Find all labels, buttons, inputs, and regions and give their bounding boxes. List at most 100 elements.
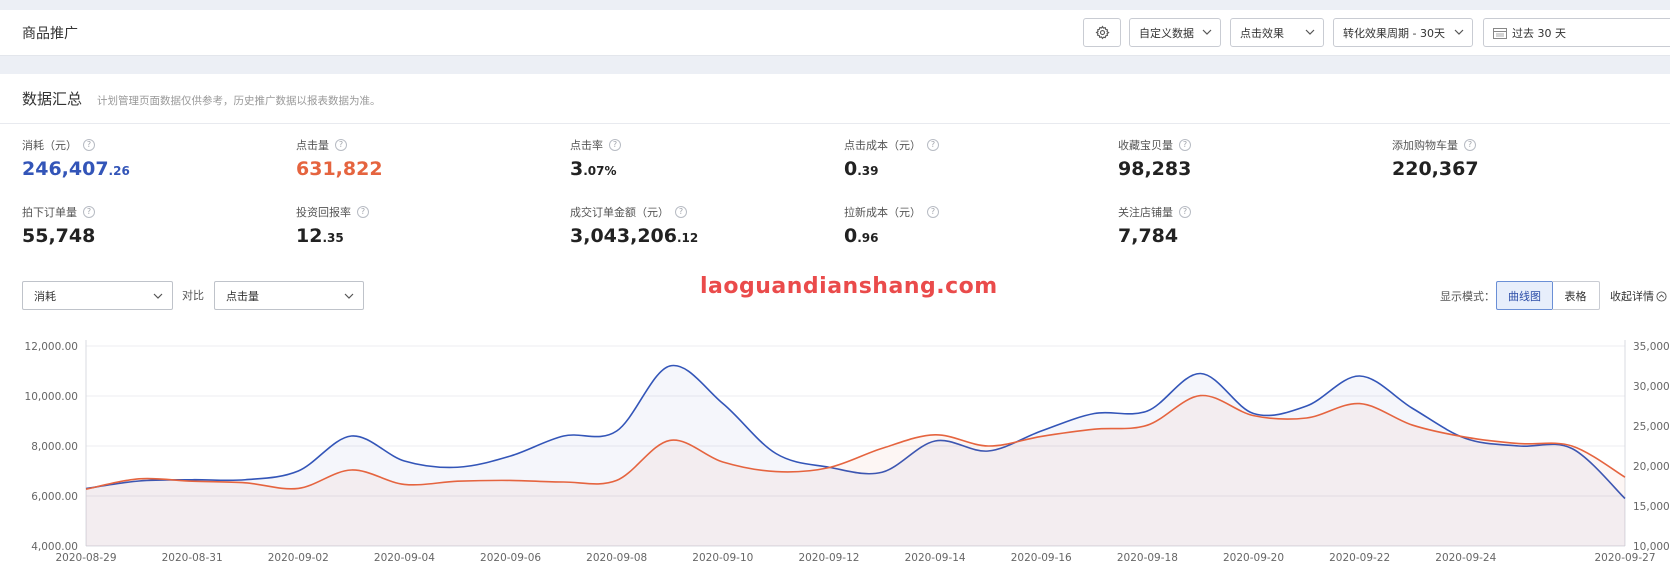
metric-label: 关注店铺量	[1118, 206, 1173, 219]
help-icon[interactable]: ?	[335, 139, 347, 151]
metric-shop-follows[interactable]: 关注店铺量? 7,784	[1118, 205, 1368, 249]
left-axis-tick-label: 8,000.00	[31, 441, 78, 453]
date-range-picker[interactable]: 过去 30 天	[1483, 18, 1670, 47]
collapse-details-button[interactable]: 收起详情	[1610, 288, 1667, 304]
metric-label: 消耗（元）	[22, 139, 77, 152]
help-icon[interactable]: ?	[927, 139, 939, 151]
metric-decimal: .39	[857, 164, 879, 178]
x-axis-tick-label: 2020-09-27	[1594, 552, 1655, 564]
metric-ctr[interactable]: 点击率? 3.07%	[570, 138, 820, 182]
x-axis-tick-label: 2020-09-04	[374, 552, 435, 564]
metric-decimal: .12	[676, 231, 699, 245]
metric-label: 成交订单金额（元）	[570, 206, 669, 219]
click-effect-label: 点击效果	[1240, 26, 1284, 40]
help-icon[interactable]: ?	[1179, 139, 1191, 151]
click-effect-dropdown[interactable]: 点击效果	[1230, 18, 1324, 47]
metric-decimal: .26	[108, 164, 130, 178]
metric-value: 55,748	[22, 225, 96, 247]
metric-value: 3,043,206	[570, 225, 677, 247]
right-axis-tick-label: 35,000	[1633, 341, 1670, 353]
help-icon[interactable]: ?	[83, 139, 95, 151]
mode-table-button[interactable]: 表格	[1552, 281, 1600, 310]
custom-data-dropdown[interactable]: 自定义数据	[1129, 18, 1221, 47]
metric-acquisition-cost[interactable]: 拉新成本（元）? 0.96	[844, 205, 1094, 249]
top-bar: 商品推广 自定义数据 点击效果 转化效果周期 - 30天 过去 30 天	[0, 10, 1670, 56]
x-axis-tick-label: 2020-09-18	[1117, 552, 1178, 564]
right-axis-tick-label: 30,000	[1633, 381, 1670, 393]
x-axis-tick-label: 2020-09-24	[1435, 552, 1496, 564]
metric-clicks[interactable]: 点击量? 631,822	[296, 138, 546, 182]
help-icon[interactable]: ?	[83, 206, 95, 218]
x-axis-tick-label: 2020-09-08	[586, 552, 647, 564]
conversion-period-dropdown[interactable]: 转化效果周期 - 30天	[1333, 18, 1473, 47]
help-icon[interactable]: ?	[675, 206, 687, 218]
x-axis-tick-label: 2020-09-22	[1329, 552, 1390, 564]
chevron-down-icon	[344, 293, 354, 299]
left-axis-tick-label: 6,000.00	[31, 491, 78, 503]
metric-value: 631,822	[296, 158, 383, 180]
help-icon[interactable]: ?	[1179, 206, 1191, 218]
metric-cost[interactable]: 消耗（元）? 246,407.26	[22, 138, 272, 182]
display-mode-label: 显示模式：	[1440, 290, 1495, 303]
x-axis-tick-label: 2020-08-31	[162, 552, 223, 564]
metric-label: 点击量	[296, 139, 329, 152]
metric-label: 收藏宝贝量	[1118, 139, 1173, 152]
metric-value: 246,407	[22, 158, 109, 180]
right-axis-tick-label: 25,000	[1633, 421, 1670, 433]
metric-label: 点击率	[570, 139, 603, 152]
primary-metric-value: 消耗	[34, 289, 56, 303]
metric-value: 220,367	[1392, 158, 1479, 180]
metric-add-to-cart[interactable]: 添加购物车量? 220,367	[1392, 138, 1642, 182]
help-icon[interactable]: ?	[927, 206, 939, 218]
metric-value: 0	[844, 158, 858, 180]
help-icon[interactable]: ?	[609, 139, 621, 151]
mode-line-chart-button[interactable]: 曲线图	[1496, 281, 1553, 310]
metric-favorites[interactable]: 收藏宝贝量? 98,283	[1118, 138, 1368, 182]
x-axis-tick-label: 2020-08-29	[55, 552, 116, 564]
conversion-period-label: 转化效果周期 - 30天	[1343, 26, 1445, 40]
metric-label: 点击成本（元）	[844, 139, 921, 152]
metric-cpc[interactable]: 点击成本（元）? 0.39	[844, 138, 1094, 182]
help-icon[interactable]: ?	[1464, 139, 1476, 151]
page-title: 商品推广	[22, 26, 78, 42]
primary-metric-select[interactable]: 消耗	[22, 281, 173, 310]
gear-icon	[1095, 25, 1110, 40]
metric-label: 拉新成本（元）	[844, 206, 921, 219]
metric-roi[interactable]: 投资回报率? 12.35	[296, 205, 546, 249]
metric-value: 7,784	[1118, 225, 1179, 247]
summary-header: 数据汇总 计划管理页面数据仅供参考，历史推广数据以报表数据为准。	[0, 74, 1670, 124]
chart-plot-area: 4,000.006,000.008,000.0010,000.0012,000.…	[25, 340, 1670, 564]
metric-gmv[interactable]: 成交订单金额（元）? 3,043,206.12	[570, 205, 820, 249]
x-axis-tick-label: 2020-09-14	[905, 552, 966, 564]
compare-label: 对比	[182, 289, 204, 302]
metric-value: 3	[570, 158, 584, 180]
metric-decimal: .07%	[583, 164, 617, 178]
collapse-label: 收起详情	[1610, 290, 1654, 303]
metric-decimal: .96	[857, 231, 879, 245]
watermark-text: laoguandianshang.com	[700, 274, 998, 299]
calendar-icon	[1493, 27, 1507, 39]
chevron-down-icon	[1202, 29, 1212, 35]
trend-chart: 4,000.006,000.008,000.0010,000.0012,000.…	[25, 340, 1670, 564]
compare-metric-select[interactable]: 点击量	[214, 281, 364, 310]
metric-value: 0	[844, 225, 858, 247]
summary-note: 计划管理页面数据仅供参考，历史推广数据以报表数据为准。	[97, 95, 381, 107]
summary-title: 数据汇总	[22, 90, 83, 108]
compare-metric-value: 点击量	[226, 289, 259, 303]
chevron-up-circle-icon	[1656, 290, 1667, 302]
chevron-down-icon	[1305, 29, 1315, 35]
x-axis-tick-label: 2020-09-02	[268, 552, 329, 564]
x-axis-tick-label: 2020-09-16	[1011, 552, 1072, 564]
settings-button[interactable]	[1083, 18, 1121, 47]
x-axis-tick-label: 2020-09-12	[798, 552, 859, 564]
metric-orders[interactable]: 拍下订单量? 55,748	[22, 205, 272, 249]
custom-data-label: 自定义数据	[1139, 26, 1194, 40]
right-axis-tick-label: 20,000	[1633, 461, 1670, 473]
metric-label: 投资回报率	[296, 206, 351, 219]
date-range-label: 过去 30 天	[1512, 26, 1566, 40]
x-axis-tick-label: 2020-09-10	[692, 552, 753, 564]
chevron-down-icon	[1454, 29, 1464, 35]
help-icon[interactable]: ?	[357, 206, 369, 218]
right-axis-tick-label: 15,000	[1633, 501, 1670, 513]
left-axis-tick-label: 12,000.00	[25, 341, 78, 353]
